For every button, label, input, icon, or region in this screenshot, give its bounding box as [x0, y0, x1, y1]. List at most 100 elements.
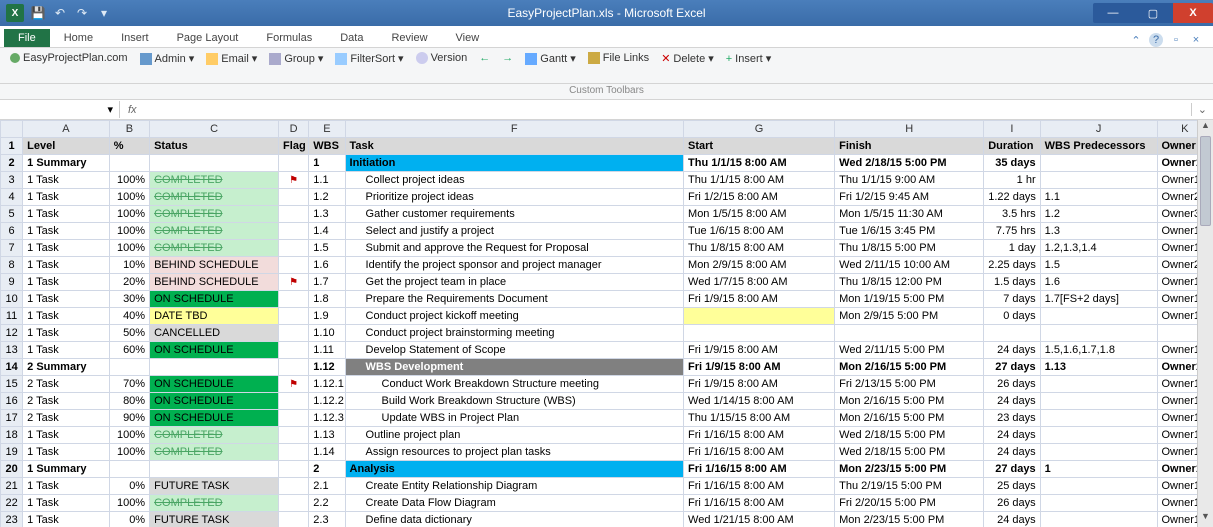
scroll-down-icon[interactable]: ▼ — [1198, 511, 1213, 527]
cell-level[interactable]: 1 Task — [23, 172, 110, 189]
row-header[interactable]: 22 — [1, 495, 23, 512]
cell-start[interactable]: Thu 1/8/15 8:00 AM — [684, 240, 835, 257]
cell-level[interactable]: 1 Task — [23, 189, 110, 206]
cell-task[interactable]: Conduct Work Breakdown Structure meeting — [345, 376, 684, 393]
cell-level[interactable]: 1 Task — [23, 342, 110, 359]
tab-review[interactable]: Review — [377, 29, 441, 47]
cell-start[interactable]: Fri 1/9/15 8:00 AM — [684, 359, 835, 376]
tab-formulas[interactable]: Formulas — [252, 29, 326, 47]
cell-pct[interactable]: 50% — [109, 325, 149, 342]
cell-flag[interactable] — [279, 342, 309, 359]
cell-pred[interactable] — [1040, 325, 1157, 342]
cell-start[interactable]: Fri 1/2/15 8:00 AM — [684, 189, 835, 206]
row-header[interactable]: 17 — [1, 410, 23, 427]
close-button[interactable]: X — [1173, 3, 1213, 23]
cell-duration[interactable]: 27 days — [984, 461, 1040, 478]
cell-level[interactable]: 1 Task — [23, 427, 110, 444]
cell-task[interactable]: Collect project ideas — [345, 172, 684, 189]
cell-task[interactable]: Define data dictionary — [345, 512, 684, 527]
cell-task[interactable]: Gather customer requirements — [345, 206, 684, 223]
hdr-finish[interactable]: Finish — [835, 138, 984, 155]
formula-expand-icon[interactable]: ⌄ — [1191, 103, 1213, 116]
cell-duration[interactable]: 24 days — [984, 342, 1040, 359]
hdr-flag[interactable]: Flag — [279, 138, 309, 155]
version-button[interactable]: Version — [412, 51, 472, 65]
cell-pred[interactable]: 1.7[FS+2 days] — [1040, 291, 1157, 308]
cell-finish[interactable]: Thu 2/19/15 5:00 PM — [835, 478, 984, 495]
cell-duration[interactable]: 26 days — [984, 495, 1040, 512]
cell-start[interactable]: Fri 1/16/15 8:00 AM — [684, 461, 835, 478]
table-row[interactable]: 41 Task100%COMPLETED1.2Prioritize projec… — [1, 189, 1213, 206]
cell-pred[interactable] — [1040, 393, 1157, 410]
col-header-A[interactable]: A — [23, 121, 110, 138]
cell-pct[interactable]: 30% — [109, 291, 149, 308]
cell-wbs[interactable]: 1 — [309, 155, 345, 172]
cell-status[interactable]: ON SCHEDULE — [150, 376, 279, 393]
cell-finish[interactable]: Wed 2/18/15 5:00 PM — [835, 155, 984, 172]
tab-home[interactable]: Home — [50, 29, 107, 47]
table-row[interactable]: 51 Task100%COMPLETED1.3Gather customer r… — [1, 206, 1213, 223]
cell-status[interactable]: ON SCHEDULE — [150, 291, 279, 308]
undo-icon[interactable]: ↶ — [52, 5, 68, 21]
cell-duration[interactable]: 2.25 days — [984, 257, 1040, 274]
tab-page-layout[interactable]: Page Layout — [163, 29, 253, 47]
cell-pct[interactable]: 60% — [109, 342, 149, 359]
cell-finish[interactable]: Mon 2/16/15 5:00 PM — [835, 393, 984, 410]
cell-pred[interactable] — [1040, 478, 1157, 495]
row-header[interactable]: 23 — [1, 512, 23, 527]
cell-start[interactable]: Fri 1/16/15 8:00 AM — [684, 495, 835, 512]
cell-duration[interactable]: 7 days — [984, 291, 1040, 308]
email-button[interactable]: Email▾ — [202, 51, 261, 66]
hdr-pct[interactable]: % — [109, 138, 149, 155]
cell-pct[interactable]: 20% — [109, 274, 149, 291]
cell-start[interactable]: Fri 1/16/15 8:00 AM — [684, 478, 835, 495]
cell-flag[interactable] — [279, 444, 309, 461]
cell-pct[interactable]: 10% — [109, 257, 149, 274]
gantt-button[interactable]: Gantt▾ — [521, 51, 579, 66]
cell-pct[interactable]: 90% — [109, 410, 149, 427]
table-row[interactable]: 31 Task100%COMPLETED⚑1.1Collect project … — [1, 172, 1213, 189]
cell-status[interactable]: COMPLETED — [150, 240, 279, 257]
cell-task[interactable]: Assign resources to project plan tasks — [345, 444, 684, 461]
cell-status[interactable]: ON SCHEDULE — [150, 410, 279, 427]
cell-level[interactable]: 1 Task — [23, 512, 110, 527]
hdr-pred[interactable]: WBS Predecessors — [1040, 138, 1157, 155]
cell-status[interactable] — [150, 359, 279, 376]
cell-pct[interactable]: 100% — [109, 172, 149, 189]
cell-level[interactable]: 1 Task — [23, 206, 110, 223]
cell-wbs[interactable]: 2.3 — [309, 512, 345, 527]
cell-pct[interactable]: 100% — [109, 444, 149, 461]
table-row[interactable]: 211 Task0%FUTURE TASK2.1Create Entity Re… — [1, 478, 1213, 495]
insert-button[interactable]: +Insert▾ — [722, 51, 775, 66]
cell-duration[interactable]: 3.5 hrs — [984, 206, 1040, 223]
cell-status[interactable]: BEHIND SCHEDULE — [150, 274, 279, 291]
cell-start[interactable]: Thu 1/15/15 8:00 AM — [684, 410, 835, 427]
cell-pct[interactable]: 100% — [109, 427, 149, 444]
cell-status[interactable]: DATE TBD — [150, 308, 279, 325]
cell-start[interactable] — [684, 325, 835, 342]
cell-duration[interactable]: 24 days — [984, 444, 1040, 461]
row-header[interactable]: 11 — [1, 308, 23, 325]
cell-finish[interactable]: Fri 1/2/15 9:45 AM — [835, 189, 984, 206]
col-header-E[interactable]: E — [309, 121, 345, 138]
cell-pred[interactable] — [1040, 410, 1157, 427]
minimize-button[interactable]: — — [1093, 3, 1133, 23]
qat-dropdown-icon[interactable]: ▾ — [96, 5, 112, 21]
cell-status[interactable]: COMPLETED — [150, 189, 279, 206]
cell-pct[interactable] — [109, 155, 149, 172]
cell-finish[interactable]: Fri 2/20/15 5:00 PM — [835, 495, 984, 512]
row-header[interactable]: 16 — [1, 393, 23, 410]
cell-status[interactable]: CANCELLED — [150, 325, 279, 342]
cell-wbs[interactable]: 1.6 — [309, 257, 345, 274]
tab-file[interactable]: File — [4, 29, 50, 47]
cell-flag[interactable] — [279, 512, 309, 527]
cell-pred[interactable] — [1040, 308, 1157, 325]
col-header-H[interactable]: H — [835, 121, 984, 138]
cell-level[interactable]: 1 Task — [23, 223, 110, 240]
table-row[interactable]: 121 Task50%CANCELLED1.10Conduct project … — [1, 325, 1213, 342]
row-header[interactable]: 2 — [1, 155, 23, 172]
cell-pred[interactable]: 1.5,1.6,1.7,1.8 — [1040, 342, 1157, 359]
table-row[interactable]: 172 Task90%ON SCHEDULE1.12.3Update WBS i… — [1, 410, 1213, 427]
cell-flag[interactable] — [279, 495, 309, 512]
cell-start[interactable]: Wed 1/21/15 8:00 AM — [684, 512, 835, 527]
